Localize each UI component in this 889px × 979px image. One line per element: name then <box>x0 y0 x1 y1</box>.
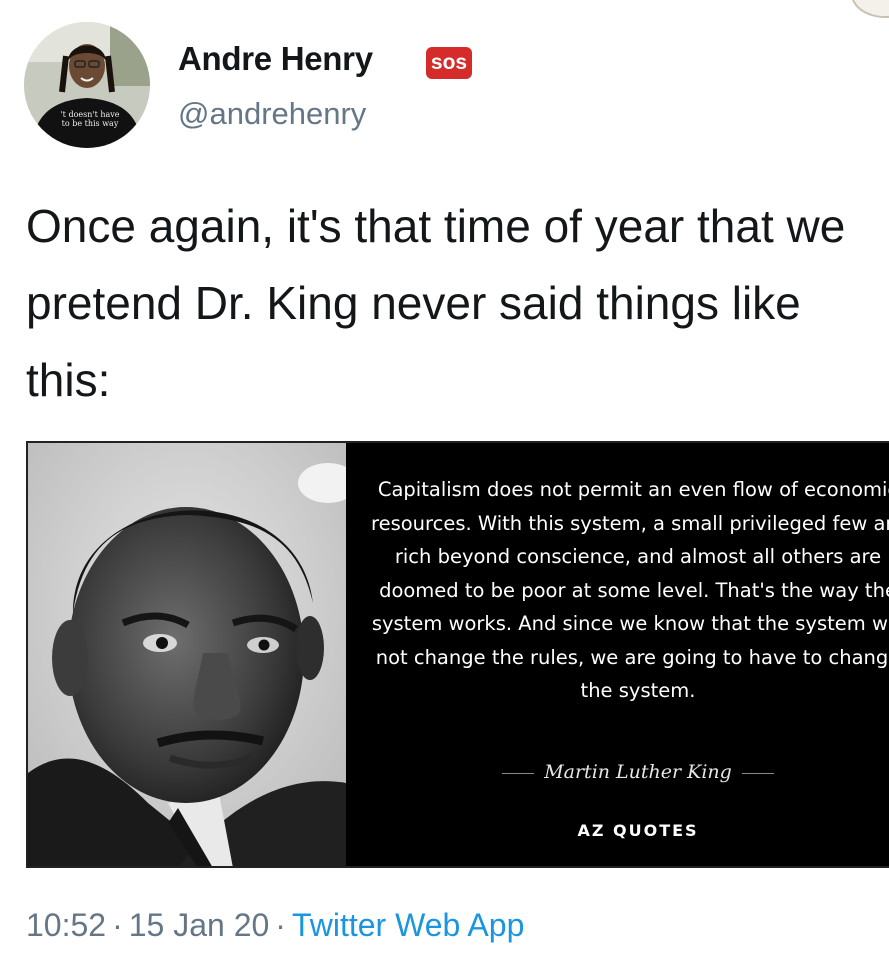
left-dash <box>502 772 535 774</box>
tweet-metadata: 10:52 · 15 Jan 20 · Twitter Web App <box>26 907 524 944</box>
azquotes-logo: AZ QUOTES <box>577 821 699 840</box>
tweet-source-link[interactable]: Twitter Web App <box>292 907 524 943</box>
quote-text: Capitalism does not permit an even flow … <box>370 478 889 702</box>
avatar[interactable]: 't doesn't have to be this way <box>24 22 150 148</box>
display-name[interactable]: Andre Henry <box>178 40 373 78</box>
meta-separator-2: · <box>275 907 286 943</box>
user-handle[interactable]: @andrehenry <box>178 96 366 132</box>
quote-author-name: Martin Luther King <box>544 761 732 783</box>
quote-image-card[interactable]: Capitalism does not permit an even flow … <box>26 441 889 868</box>
tweet-time[interactable]: 10:52 <box>26 907 106 943</box>
sos-badge: SOS <box>426 47 472 79</box>
tweet-date[interactable]: 15 Jan 20 <box>129 907 270 943</box>
meta-separator: · <box>112 907 123 943</box>
quote-author: Martin Luther King <box>368 761 889 783</box>
avatar-shirt-text: 't doesn't have to be this way <box>60 110 120 128</box>
tweet-text: Once again, it's that time of year that … <box>26 200 846 406</box>
right-dash <box>741 772 774 774</box>
corner-decoration <box>851 0 889 18</box>
portrait-photo <box>28 443 346 866</box>
